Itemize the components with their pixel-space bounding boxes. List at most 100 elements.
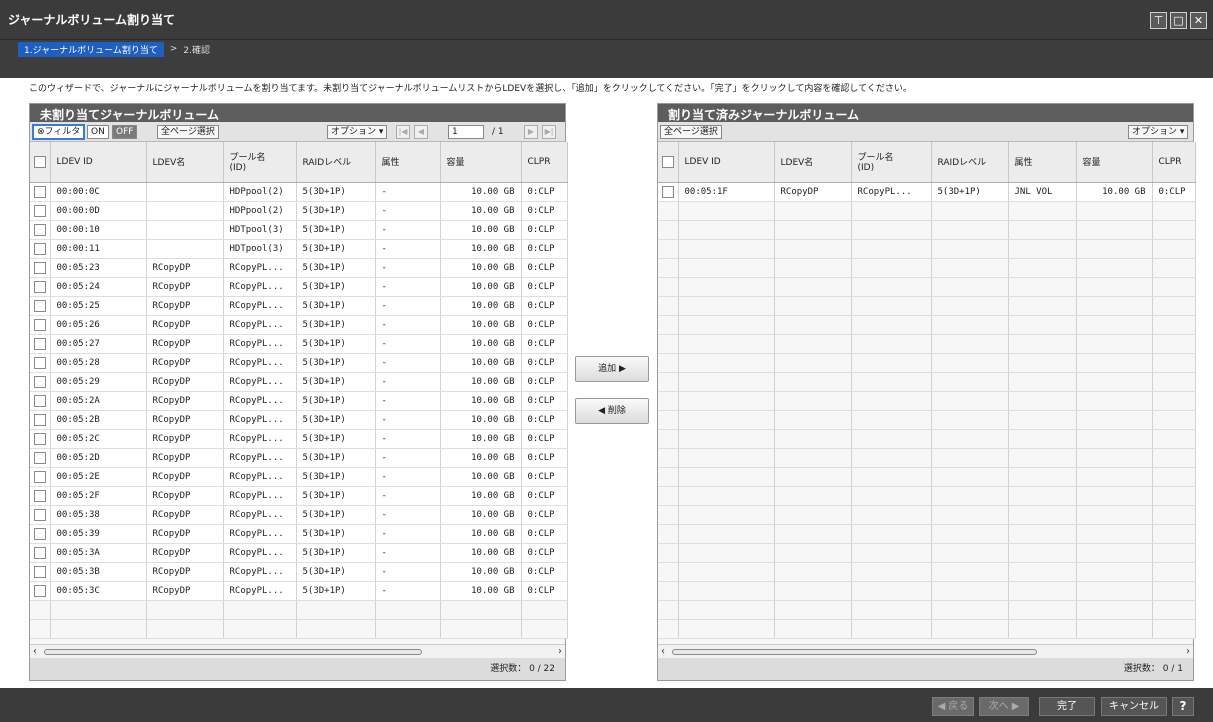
- table-row[interactable]: 00:05:25 RCopyDP RCopyPL... 5(3D+1P) -10.00 …: [30, 296, 568, 316]
- table-row[interactable]: [658, 258, 1196, 278]
- table-row[interactable]: [658, 505, 1196, 525]
- select-all-pages-button[interactable]: 全ページ選択: [157, 125, 219, 139]
- table-row[interactable]: [658, 448, 1196, 468]
- table-row[interactable]: 00:05:2B RCopyDP RCopyPL... 5(3D+1P) -10.00 …: [30, 410, 568, 430]
- table-row[interactable]: 00:05:28 RCopyDP RCopyPL... 5(3D+1P) -10.00 …: [30, 353, 568, 373]
- back-button[interactable]: ◀ 戻る: [932, 697, 974, 716]
- col-ldev-name[interactable]: LDEV名: [774, 142, 852, 183]
- col-ldev-id[interactable]: LDEV ID: [50, 142, 147, 183]
- table-row[interactable]: [658, 353, 1196, 373]
- scroll-right-icon[interactable]: ›: [1186, 646, 1190, 657]
- horizontal-scrollbar[interactable]: ‹ ›: [658, 644, 1193, 658]
- horizontal-scrollbar[interactable]: ‹ ›: [30, 644, 565, 658]
- col-ldev-name[interactable]: LDEV名: [146, 142, 224, 183]
- table-row[interactable]: [30, 619, 568, 639]
- table-row[interactable]: 00:05:3B RCopyDP RCopyPL... 5(3D+1P) -10.00 …: [30, 562, 568, 582]
- table-row[interactable]: [658, 467, 1196, 487]
- scroll-left-icon[interactable]: ‹: [33, 646, 37, 657]
- row-checkbox[interactable]: [30, 277, 51, 297]
- scroll-left-icon[interactable]: ‹: [661, 646, 665, 657]
- table-row[interactable]: [658, 296, 1196, 316]
- first-page-icon[interactable]: |◀: [396, 125, 410, 139]
- select-all-checkbox[interactable]: [30, 142, 51, 183]
- row-checkbox[interactable]: [30, 220, 51, 240]
- next-button[interactable]: 次へ ▶: [979, 697, 1029, 716]
- scroll-thumb[interactable]: [44, 649, 422, 655]
- row-checkbox[interactable]: [30, 467, 51, 487]
- finish-button[interactable]: 完了: [1039, 697, 1095, 716]
- table-row[interactable]: 00:00:0C HDPpool(2) 5(3D+1P) -10.00 GB 0:CLP: [30, 182, 568, 202]
- row-checkbox[interactable]: [30, 581, 51, 601]
- table-row[interactable]: 00:05:26 RCopyDP RCopyPL... 5(3D+1P) -10.00 …: [30, 315, 568, 335]
- table-row[interactable]: [658, 619, 1196, 639]
- col-ldev-id[interactable]: LDEV ID: [678, 142, 775, 183]
- table-row[interactable]: [658, 201, 1196, 221]
- col-clpr[interactable]: CLPR: [521, 142, 568, 183]
- table-row[interactable]: 00:05:3A RCopyDP RCopyPL... 5(3D+1P) -10.00 …: [30, 543, 568, 563]
- col-pool-name[interactable]: プール名 (ID): [851, 142, 932, 183]
- maximize-icon[interactable]: □: [1170, 12, 1187, 29]
- col-attribute[interactable]: 属性: [1008, 142, 1077, 183]
- row-checkbox[interactable]: [30, 543, 51, 563]
- row-checkbox[interactable]: [30, 524, 51, 544]
- col-capacity[interactable]: 容量: [1076, 142, 1153, 183]
- row-checkbox[interactable]: [658, 182, 679, 202]
- select-all-pages-button[interactable]: 全ページ選択: [660, 125, 722, 139]
- next-page-icon[interactable]: ▶: [524, 125, 538, 139]
- col-raid-level[interactable]: RAIDレベル: [296, 142, 376, 183]
- table-row[interactable]: 00:00:11 HDTpool(3) 5(3D+1P) -10.00 GB 0:CLP: [30, 239, 568, 259]
- scroll-thumb[interactable]: [672, 649, 1037, 655]
- table-row[interactable]: 00:00:0D HDPpool(2) 5(3D+1P) -10.00 GB 0:CLP: [30, 201, 568, 221]
- table-row[interactable]: 00:05:2E RCopyDP RCopyPL... 5(3D+1P) -10.00 …: [30, 467, 568, 487]
- table-row[interactable]: [658, 315, 1196, 335]
- last-page-icon[interactable]: ▶|: [542, 125, 556, 139]
- row-checkbox[interactable]: [30, 201, 51, 221]
- help-button[interactable]: ?: [1172, 697, 1194, 716]
- row-checkbox[interactable]: [30, 239, 51, 259]
- table-row[interactable]: 00:05:3C RCopyDP RCopyPL... 5(3D+1P) -10.00 …: [30, 581, 568, 601]
- row-checkbox[interactable]: [30, 391, 51, 411]
- col-clpr[interactable]: CLPR: [1152, 142, 1196, 183]
- row-checkbox[interactable]: [30, 258, 51, 278]
- filter-button[interactable]: ⊗フィルタ: [32, 124, 86, 140]
- cancel-button[interactable]: キャンセル: [1101, 697, 1167, 716]
- table-row[interactable]: 00:05:2C RCopyDP RCopyPL... 5(3D+1P) -10.00 …: [30, 429, 568, 449]
- row-checkbox[interactable]: [30, 562, 51, 582]
- close-icon[interactable]: ✕: [1190, 12, 1207, 29]
- scroll-right-icon[interactable]: ›: [558, 646, 562, 657]
- table-row[interactable]: 00:05:27 RCopyDP RCopyPL... 5(3D+1P) -10.00 …: [30, 334, 568, 354]
- table-row[interactable]: [658, 524, 1196, 544]
- remove-button[interactable]: ◀ 削除: [575, 398, 649, 424]
- select-all-checkbox[interactable]: [658, 142, 679, 183]
- pin-icon[interactable]: ⊤: [1150, 12, 1167, 29]
- filter-on-button[interactable]: ON: [87, 125, 109, 139]
- table-row[interactable]: [30, 600, 568, 620]
- options-button[interactable]: オプション ▾: [1128, 125, 1189, 139]
- row-checkbox[interactable]: [30, 410, 51, 430]
- table-row[interactable]: [658, 429, 1196, 449]
- col-attribute[interactable]: 属性: [375, 142, 441, 183]
- row-checkbox[interactable]: [30, 429, 51, 449]
- row-checkbox[interactable]: [30, 315, 51, 335]
- row-checkbox[interactable]: [30, 372, 51, 392]
- table-row[interactable]: 00:05:2A RCopyDP RCopyPL... 5(3D+1P) -10.00 …: [30, 391, 568, 411]
- table-row[interactable]: 00:00:10 HDTpool(3) 5(3D+1P) -10.00 GB 0:CLP: [30, 220, 568, 240]
- table-row[interactable]: 00:05:24 RCopyDP RCopyPL... 5(3D+1P) -10.00 …: [30, 277, 568, 297]
- table-row[interactable]: 00:05:2F RCopyDP RCopyPL... 5(3D+1P) -10.00 …: [30, 486, 568, 506]
- table-row[interactable]: [658, 581, 1196, 601]
- table-row[interactable]: [658, 334, 1196, 354]
- table-row[interactable]: 00:05:1F RCopyDP RCopyPL... 5(3D+1P) JNL VOL…: [658, 182, 1196, 202]
- table-row[interactable]: [658, 486, 1196, 506]
- row-checkbox[interactable]: [30, 182, 51, 202]
- table-row[interactable]: 00:05:38 RCopyDP RCopyPL... 5(3D+1P) -10.00 …: [30, 505, 568, 525]
- table-row[interactable]: [658, 391, 1196, 411]
- row-checkbox[interactable]: [30, 353, 51, 373]
- prev-page-icon[interactable]: ◀: [414, 125, 428, 139]
- table-row[interactable]: 00:05:23 RCopyDP RCopyPL... 5(3D+1P) -10.00 …: [30, 258, 568, 278]
- row-checkbox[interactable]: [30, 296, 51, 316]
- table-row[interactable]: [658, 543, 1196, 563]
- page-number-input[interactable]: 1: [448, 125, 484, 139]
- row-checkbox[interactable]: [30, 448, 51, 468]
- add-button[interactable]: 追加 ▶: [575, 356, 649, 382]
- table-row[interactable]: [658, 410, 1196, 430]
